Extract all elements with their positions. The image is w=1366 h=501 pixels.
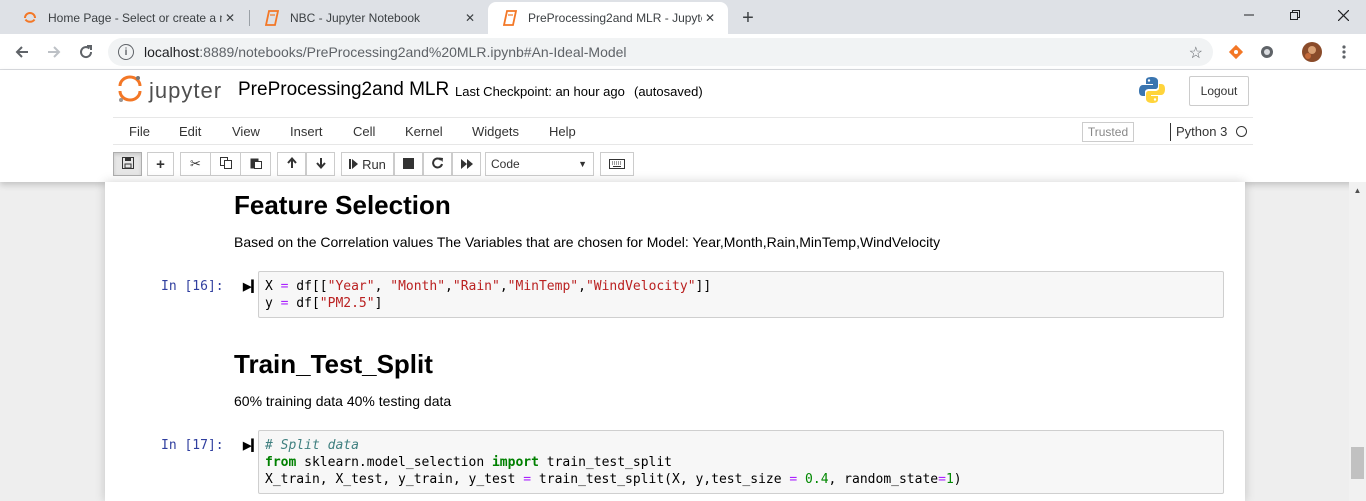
jupyter-home-icon xyxy=(22,10,38,26)
profile-avatar[interactable] xyxy=(1302,42,1322,62)
close-window-icon[interactable] xyxy=(1320,0,1366,30)
stop-icon xyxy=(403,157,414,172)
keyboard-icon xyxy=(609,157,625,172)
extension-circle-icon[interactable] xyxy=(1257,42,1277,62)
jupyter-logo-text: jupyter xyxy=(149,78,223,103)
menu-cell[interactable]: Cell xyxy=(353,124,375,139)
paste-button[interactable] xyxy=(240,152,271,176)
close-tab-icon[interactable]: ✕ xyxy=(462,10,478,26)
cell-type-select[interactable]: Code ▼ xyxy=(485,152,594,176)
scroll-thumb[interactable] xyxy=(1351,447,1364,479)
save-button[interactable] xyxy=(113,152,142,176)
scroll-up-arrow-icon[interactable]: ▲ xyxy=(1349,182,1366,199)
markdown-text: 60% training data 40% testing data xyxy=(234,393,452,409)
close-tab-icon[interactable]: ✕ xyxy=(702,10,718,26)
run-button[interactable]: Run xyxy=(341,152,394,176)
url-path: :8889/notebooks/PreProcessing2and%20MLR.… xyxy=(199,44,627,60)
browser-menu-icon[interactable] xyxy=(1334,42,1354,62)
fast-forward-icon xyxy=(460,157,473,172)
input-prompt: In [16]: xyxy=(161,279,224,294)
jupyter-logo-icon xyxy=(117,74,143,109)
code-cell-17[interactable]: # Split data from sklearn.model_selectio… xyxy=(258,430,1224,494)
jupyter-logo[interactable]: jupyter xyxy=(117,74,223,109)
trusted-indicator[interactable]: Trusted xyxy=(1082,122,1134,142)
notebook-icon xyxy=(264,10,280,26)
restart-run-all-button[interactable] xyxy=(452,152,481,176)
chevron-down-icon: ▼ xyxy=(578,159,587,169)
run-label: Run xyxy=(362,156,386,172)
copy-button[interactable] xyxy=(210,152,241,176)
url-input[interactable]: i localhost:8889/notebooks/PreProcessing… xyxy=(108,38,1213,66)
python-logo-icon xyxy=(1137,75,1167,105)
last-checkpoint: Last Checkpoint: an hour ago xyxy=(455,84,625,99)
browser-tab-strip: Home Page - Select or create a n ✕ NBC -… xyxy=(0,0,1366,34)
interrupt-kernel-button[interactable] xyxy=(394,152,423,176)
heading-feature-selection: Feature Selection xyxy=(234,190,451,220)
step-forward-icon xyxy=(349,157,359,172)
tab-title: NBC - Jupyter Notebook xyxy=(290,11,421,25)
menu-edit[interactable]: Edit xyxy=(179,124,201,139)
paste-icon xyxy=(250,157,262,172)
arrow-down-icon xyxy=(315,157,327,172)
logout-button[interactable]: Logout xyxy=(1189,76,1249,106)
close-tab-icon[interactable]: ✕ xyxy=(222,10,238,26)
menu-kernel[interactable]: Kernel xyxy=(405,124,443,139)
cut-button[interactable]: ✂ xyxy=(180,152,211,176)
menu-widgets[interactable]: Widgets xyxy=(472,124,519,139)
notebook-icon xyxy=(502,10,518,26)
floppy-disk-icon xyxy=(121,156,134,172)
copy-icon xyxy=(219,156,232,172)
bookmark-star-icon[interactable]: ☆ xyxy=(1189,43,1203,63)
browser-tab-active[interactable]: PreProcessing2and MLR - Jupyte ✕ xyxy=(488,2,728,34)
arrow-up-icon xyxy=(286,156,298,172)
extension-diamond-icon[interactable] xyxy=(1226,42,1246,62)
kernel-name: Python 3 xyxy=(1176,124,1228,139)
restore-icon[interactable] xyxy=(1272,0,1318,30)
restart-kernel-button[interactable] xyxy=(423,152,452,176)
tab-title: Home Page - Select or create a n xyxy=(48,11,222,25)
browser-toolbar: i localhost:8889/notebooks/PreProcessing… xyxy=(0,34,1366,70)
kernel-idle-indicator-icon xyxy=(1236,126,1247,137)
menu-insert[interactable]: Insert xyxy=(290,124,323,139)
tab-title: PreProcessing2and MLR - Jupyte xyxy=(528,11,702,25)
notebook-container: Feature Selection Based on the Correlati… xyxy=(105,182,1245,501)
restart-icon xyxy=(431,156,444,172)
browser-tab-nbc[interactable]: NBC - Jupyter Notebook ✕ xyxy=(250,2,488,34)
markdown-text: Based on the Correlation values The Vari… xyxy=(234,234,941,250)
notebook-toolbar: + ✂ Run Code ▼ xyxy=(113,152,1253,176)
url-host: localhost xyxy=(144,44,200,60)
minimize-icon[interactable] xyxy=(1226,0,1272,30)
browser-tab-home[interactable]: Home Page - Select or create a n ✕ xyxy=(8,2,248,34)
forward-arrow-icon[interactable] xyxy=(42,40,66,64)
info-icon[interactable]: i xyxy=(118,44,134,60)
insert-cell-button[interactable]: + xyxy=(147,152,174,176)
cell-type-value: Code xyxy=(491,157,520,171)
move-down-button[interactable] xyxy=(306,152,335,176)
menu-bar: File Edit View Insert Cell Kernel Widget… xyxy=(113,117,1253,145)
new-tab-button[interactable]: + xyxy=(736,6,760,30)
jupyter-header: jupyter PreProcessing2and MLR Last Check… xyxy=(0,70,1366,182)
command-palette-button[interactable] xyxy=(600,152,634,176)
kernel-divider xyxy=(1170,123,1171,141)
page-scrollbar[interactable]: ▲ xyxy=(1349,182,1366,501)
reload-icon[interactable] xyxy=(74,40,98,64)
notebook-name[interactable]: PreProcessing2and MLR xyxy=(238,79,449,101)
autosave-status: (autosaved) xyxy=(634,84,703,99)
code-cell-16[interactable]: X = df[["Year", "Month","Rain","MinTemp"… xyxy=(258,271,1224,318)
plus-icon: + xyxy=(156,155,165,173)
heading-train-test-split: Train_Test_Split xyxy=(234,349,433,379)
menu-view[interactable]: View xyxy=(232,124,260,139)
menu-file[interactable]: File xyxy=(129,124,150,139)
menu-help[interactable]: Help xyxy=(549,124,576,139)
move-up-button[interactable] xyxy=(277,152,306,176)
input-prompt: In [17]: xyxy=(161,438,224,453)
scissors-icon: ✂ xyxy=(190,156,201,171)
back-arrow-icon[interactable] xyxy=(10,40,34,64)
